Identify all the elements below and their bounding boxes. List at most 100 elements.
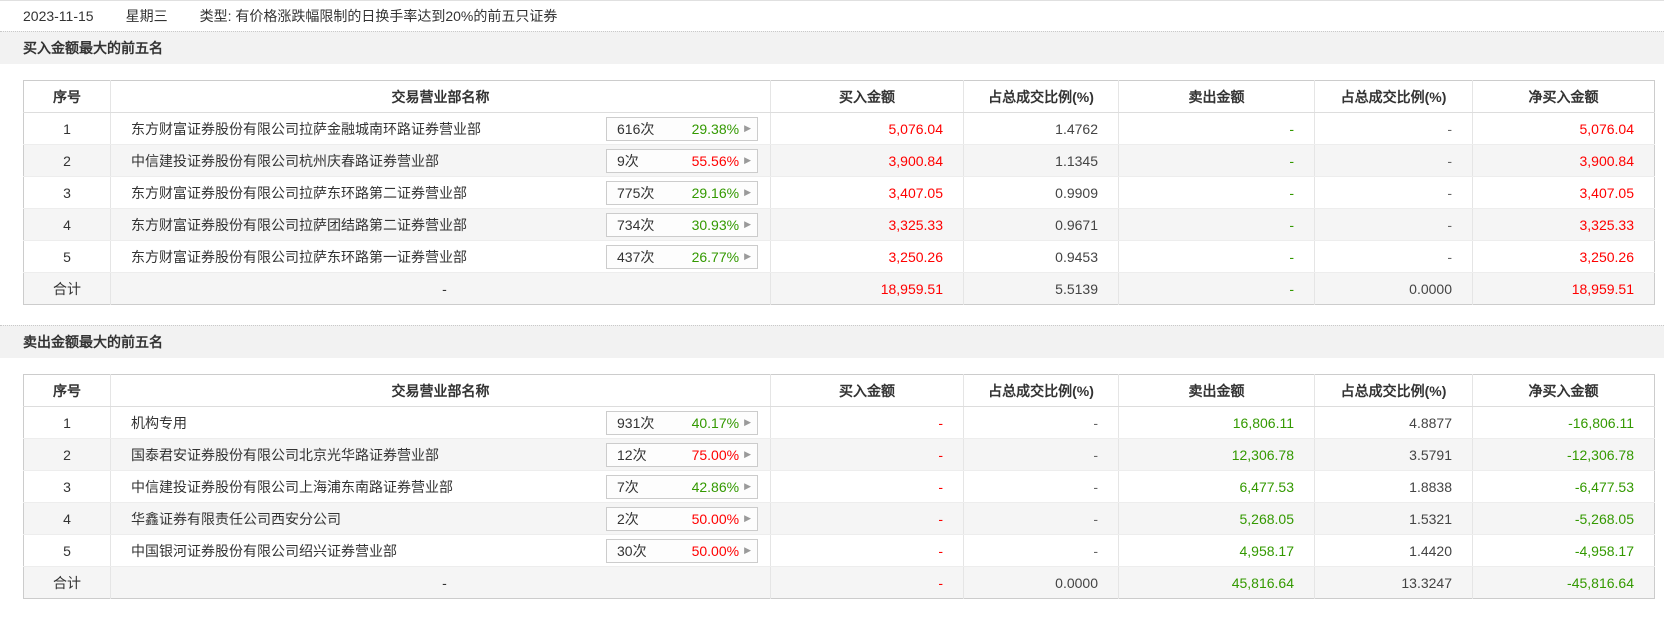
sell-amount-cell: 4,958.17 <box>1118 534 1315 567</box>
column-header: 占总成交比例(%) <box>963 374 1119 407</box>
badge-count: 437次 <box>617 248 655 265</box>
sell-amount-cell: 45,816.64 <box>1118 566 1315 599</box>
trade-count-badge[interactable]: 931次 40.17% ▶ <box>606 410 758 435</box>
column-header: 买入金额 <box>770 80 964 113</box>
badge-percent: 30.93% <box>691 216 740 233</box>
column-header: 卖出金额 <box>1118 374 1315 407</box>
chevron-right-icon: ▶ <box>744 417 751 427</box>
branch-name: 国泰君安证券股份有限公司北京光华路证券营业部 <box>131 446 439 463</box>
buy-ratio-cell: - <box>963 406 1119 439</box>
table-row: 4 华鑫证券有限责任公司西安分公司 2次 50.00% ▶ - -5,268.05 1.532… <box>23 502 1655 535</box>
trade-count-badge[interactable]: 7次 42.86% ▶ <box>606 474 758 499</box>
net-amount-cell: -5,268.05 <box>1472 502 1655 535</box>
badge-percent: 55.56% <box>691 152 740 169</box>
sell-ratio-cell: 13.3247 <box>1314 566 1473 599</box>
chevron-right-icon: ▶ <box>744 545 751 555</box>
header-row: 序号 交易营业部名称 买入金额 占总成交比例(%) 卖出金额 占总成交比例(%) 净买入金额 <box>23 80 1655 113</box>
net-amount-cell: -4,958.17 <box>1472 534 1655 567</box>
sell-ratio-cell: 4.8877 <box>1314 406 1473 439</box>
branch-name-cell: 中信建投证券股份有限公司杭州庆春路证券营业部 9次 55.56% ▶ <box>110 144 771 177</box>
branch-name: - <box>442 280 447 297</box>
buy-ratio-cell: - <box>963 534 1119 567</box>
rank-cell: 3 <box>23 176 111 209</box>
trade-count-badge[interactable]: 9次 55.56% ▶ <box>606 148 758 173</box>
buy-ratio-cell: - <box>963 470 1119 503</box>
net-amount-cell: 3,407.05 <box>1472 176 1655 209</box>
column-header: 序号 <box>23 80 111 113</box>
buy-ratio-cell: 0.0000 <box>963 566 1119 599</box>
rank-cell: 4 <box>23 208 111 241</box>
sell-amount-cell: - <box>1118 176 1315 209</box>
branch-name-cell: 东方财富证券股份有限公司拉萨东环路第二证券营业部 775次 29.16% ▶ <box>110 176 771 209</box>
badge-count: 734次 <box>617 216 655 233</box>
chevron-right-icon: ▶ <box>744 251 751 261</box>
table-row: 5 东方财富证券股份有限公司拉萨东环路第一证券营业部 437次 26.77% ▶ 3,25… <box>23 240 1655 273</box>
branch-name: - <box>442 574 447 591</box>
column-header: 买入金额 <box>770 374 964 407</box>
rank-cell: 3 <box>23 470 111 503</box>
column-header: 占总成交比例(%) <box>1314 374 1473 407</box>
branch-name-cell: 中信建投证券股份有限公司上海浦东南路证券营业部 7次 42.86% ▶ <box>110 470 771 503</box>
rank-cell: 合计 <box>23 566 111 599</box>
buy-amount-cell: - <box>770 406 964 439</box>
column-header: 交易营业部名称 <box>110 374 771 407</box>
net-amount-cell: -16,806.11 <box>1472 406 1655 439</box>
trade-count-badge[interactable]: 2次 50.00% ▶ <box>606 506 758 531</box>
net-amount-cell: -12,306.78 <box>1472 438 1655 471</box>
badge-count: 775次 <box>617 184 655 201</box>
trade-count-badge[interactable]: 734次 30.93% ▶ <box>606 212 758 237</box>
branch-name: 东方财富证券股份有限公司拉萨团结路第二证券营业部 <box>131 216 467 233</box>
chevron-right-icon: ▶ <box>744 481 751 491</box>
buy-amount-cell: - <box>770 438 964 471</box>
badge-count: 12次 <box>617 446 647 463</box>
buy-amount-cell: 5,076.04 <box>770 112 964 145</box>
badge-percent: 40.17% <box>691 414 740 431</box>
column-header: 占总成交比例(%) <box>1314 80 1473 113</box>
branch-name-cell: 国泰君安证券股份有限公司北京光华路证券营业部 12次 75.00% ▶ <box>110 438 771 471</box>
trade-count-badge[interactable]: 616次 29.38% ▶ <box>606 116 758 141</box>
sell-ratio-cell: 3.5791 <box>1314 438 1473 471</box>
table-row: 3 中信建投证券股份有限公司上海浦东南路证券营业部 7次 42.86% ▶ - -6,477… <box>23 470 1655 503</box>
sell-ratio-cell: - <box>1314 176 1473 209</box>
net-amount-cell: 18,959.51 <box>1472 272 1655 305</box>
date-text: 2023-11-15 <box>23 8 94 24</box>
trade-count-badge[interactable]: 30次 50.00% ▶ <box>606 538 758 563</box>
weekday-text: 星期三 <box>125 8 168 24</box>
sell-amount-cell: - <box>1118 272 1315 305</box>
total-row: 合计 -18,959.51 5.5139-0.0000 18,959.51 <box>23 272 1655 305</box>
net-amount-cell: -6,477.53 <box>1472 470 1655 503</box>
net-amount-cell: 3,250.26 <box>1472 240 1655 273</box>
buy-amount-cell: 3,900.84 <box>770 144 964 177</box>
sell-ratio-cell: - <box>1314 144 1473 177</box>
net-amount-cell: 3,325.33 <box>1472 208 1655 241</box>
sell-ratio-cell: 1.4420 <box>1314 534 1473 567</box>
buy-top5-table: 序号 交易营业部名称 买入金额 占总成交比例(%) 卖出金额 占总成交比例(%) 净买入金额… <box>23 80 1655 305</box>
chevron-right-icon: ▶ <box>744 123 751 133</box>
trade-count-badge[interactable]: 437次 26.77% ▶ <box>606 244 758 269</box>
trade-count-badge[interactable]: 775次 29.16% ▶ <box>606 180 758 205</box>
column-header: 交易营业部名称 <box>110 80 771 113</box>
badge-count: 9次 <box>617 152 639 169</box>
sell-ratio-cell: - <box>1314 208 1473 241</box>
table-row: 2 国泰君安证券股份有限公司北京光华路证券营业部 12次 75.00% ▶ - -12,30… <box>23 438 1655 471</box>
trade-count-badge[interactable]: 12次 75.00% ▶ <box>606 442 758 467</box>
column-header: 占总成交比例(%) <box>963 80 1119 113</box>
sell-amount-cell: 6,477.53 <box>1118 470 1315 503</box>
badge-count: 7次 <box>617 478 639 495</box>
total-row: 合计 - -0.0000 45,816.64 13.3247 -45,816.64 <box>23 566 1655 599</box>
buy-amount-cell: - <box>770 534 964 567</box>
branch-name-cell: 中国银河证券股份有限公司绍兴证券营业部 30次 50.00% ▶ <box>110 534 771 567</box>
badge-percent: 75.00% <box>691 446 740 463</box>
sell-ratio-cell: - <box>1314 112 1473 145</box>
buy-amount-cell: 3,407.05 <box>770 176 964 209</box>
table-row: 4 东方财富证券股份有限公司拉萨团结路第二证券营业部 734次 30.93% ▶ 3,32… <box>23 208 1655 241</box>
chevron-right-icon: ▶ <box>744 513 751 523</box>
buy-amount-cell: - <box>770 566 964 599</box>
branch-name: 东方财富证券股份有限公司拉萨东环路第二证券营业部 <box>131 184 467 201</box>
table-row: 2 中信建投证券股份有限公司杭州庆春路证券营业部 9次 55.56% ▶ 3,900.84… <box>23 144 1655 177</box>
rank-cell: 1 <box>23 112 111 145</box>
branch-name-cell: 东方财富证券股份有限公司拉萨团结路第二证券营业部 734次 30.93% ▶ <box>110 208 771 241</box>
column-header: 序号 <box>23 374 111 407</box>
branch-name-cell: - <box>110 566 771 599</box>
sell-ratio-cell: - <box>1314 240 1473 273</box>
